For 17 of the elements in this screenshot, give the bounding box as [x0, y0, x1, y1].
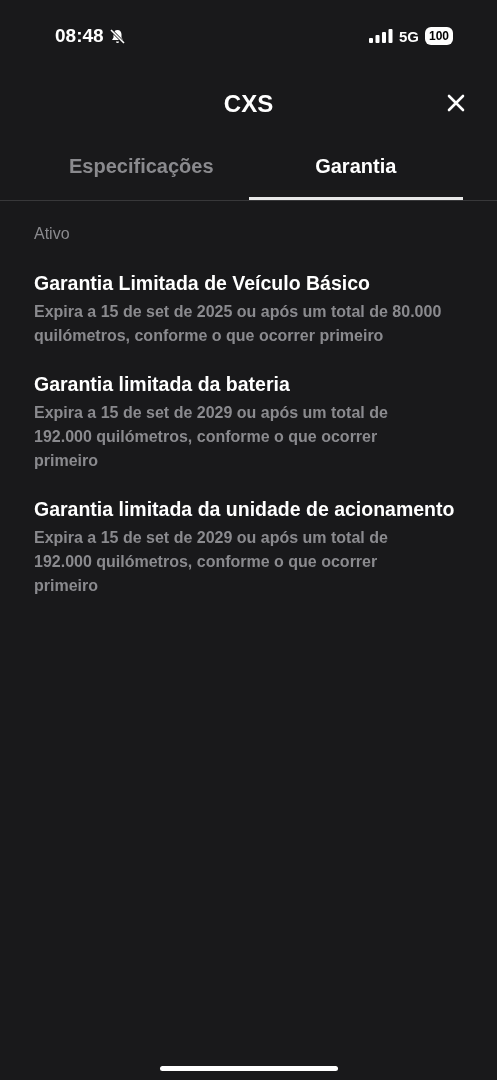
- signal-icon: [368, 29, 393, 43]
- section-heading: Ativo: [34, 225, 71, 243]
- clock-time: 08:48: [55, 25, 104, 47]
- close-button[interactable]: [445, 92, 467, 114]
- warranty-description: Expira a 15 de set de 2025 ou após um total de 80.000 quilómetros, conforme o que ocorrer primeiro: [34, 302, 443, 346]
- warranty-description: Expira a 15 de set de 2029 ou após um total de 192.000 quilómetros, conforme o que ocorrer primeiro: [34, 528, 389, 596]
- warranty-title: Garantia limitada da unidade de acionamento: [34, 497, 456, 522]
- network-type: 5G: [398, 27, 419, 45]
- tab[interactable]: Especificações: [34, 136, 249, 200]
- muted-bell-icon: [108, 27, 126, 45]
- page-title: CXS: [223, 90, 274, 118]
- battery-level: 100: [424, 27, 453, 45]
- tab[interactable]: Garantia: [248, 136, 463, 200]
- warranty-title: Garantia Limitada de Veículo Básico: [34, 271, 371, 296]
- warranty-title: Garantia limitada da bateria: [34, 372, 291, 397]
- warranty-description: Expira a 15 de set de 2029 ou após um total de 192.000 quilómetros, conforme o que ocorrer primeiro: [34, 403, 389, 471]
- close-icon: [447, 94, 465, 112]
